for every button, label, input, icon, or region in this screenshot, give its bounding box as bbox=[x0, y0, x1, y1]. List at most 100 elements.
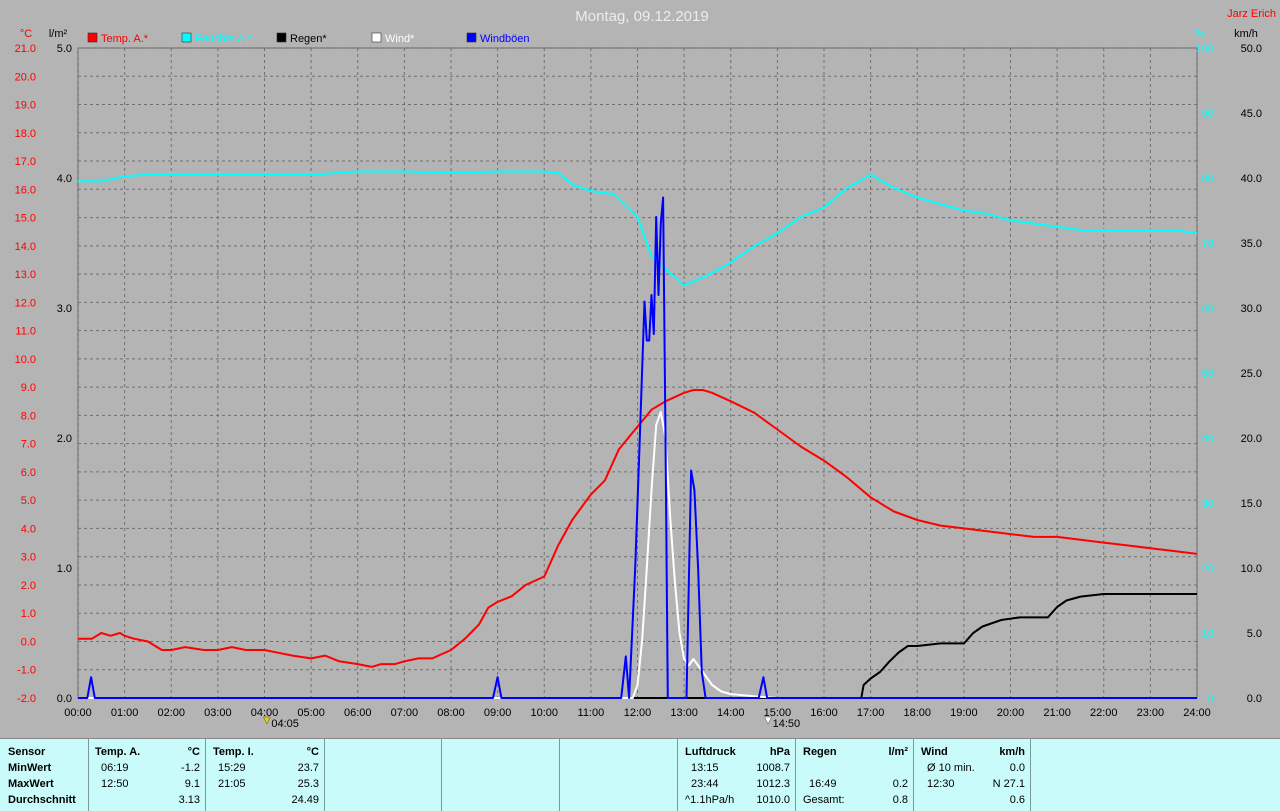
tick-label-humidity: 10 bbox=[1202, 628, 1214, 640]
tick-label-time: 08:00 bbox=[437, 707, 465, 719]
temp-i-avg: 24.49 bbox=[291, 794, 319, 806]
temp-a-max-val: 9.1 bbox=[184, 778, 200, 790]
tick-label-time: 19:00 bbox=[950, 707, 978, 719]
tick-label-time: 21:00 bbox=[1043, 707, 1071, 719]
pressure-unit: hPa bbox=[769, 746, 790, 758]
tick-label-temp: 12.0 bbox=[15, 297, 36, 309]
tick-label-wind: 10.0 bbox=[1241, 563, 1262, 575]
pressure-max-val: 1012.3 bbox=[756, 778, 790, 790]
axis-right: 0 10 20 30 40 50 60 70 80 90 100 0.0 5.0 10.0 15.0 20.0… bbox=[1196, 43, 1262, 705]
tick-label-time: 11:00 bbox=[578, 707, 605, 719]
legend-label: Regen* bbox=[290, 33, 327, 45]
legend-label: Wind* bbox=[385, 33, 415, 45]
tick-label-temp: 9.0 bbox=[21, 382, 36, 394]
tick-label-temp: 10.0 bbox=[15, 354, 36, 366]
pressure-max-time: 23:44 bbox=[691, 778, 719, 790]
summary-col-empty-3 bbox=[559, 739, 678, 811]
summary-col-wind: Wind km/h Ø 10 min. 0.0 12:30 N 27.1 0.6 bbox=[913, 739, 1031, 811]
tick-label-temp: 16.0 bbox=[15, 184, 36, 196]
pressure-trend-val: 1010.0 bbox=[756, 794, 790, 806]
legend-swatch bbox=[371, 32, 382, 43]
tick-label-temp: 8.0 bbox=[21, 410, 36, 422]
tick-label-wind: 40.0 bbox=[1241, 173, 1262, 185]
tick-label-temp: 14.0 bbox=[15, 241, 36, 253]
tick-label-humidity: 20 bbox=[1202, 563, 1214, 575]
tick-label-time: 23:00 bbox=[1137, 707, 1165, 719]
tick-label-time: 02:00 bbox=[157, 707, 185, 719]
tick-label-time: 22:00 bbox=[1090, 707, 1118, 719]
tick-label-wind: 30.0 bbox=[1241, 303, 1262, 315]
pressure-header: Luftdruck bbox=[685, 746, 736, 758]
tick-label-time: 09:00 bbox=[484, 707, 512, 719]
tick-label-temp: 6.0 bbox=[21, 467, 36, 479]
tick-label-temp: 17.0 bbox=[15, 156, 36, 168]
tick-label-rain: 0.0 bbox=[57, 693, 72, 705]
tick-label-wind: 25.0 bbox=[1241, 368, 1262, 380]
tick-label-humidity: 70 bbox=[1202, 238, 1214, 250]
tick-label-temp: 0.0 bbox=[21, 636, 36, 648]
tick-label-time: 12:00 bbox=[624, 707, 652, 719]
temp-i-min-val: 23.7 bbox=[297, 762, 319, 774]
temp-a-avg: 3.13 bbox=[178, 794, 200, 806]
summary-col-pressure: Luftdruck hPa 13:15 1008.7 23:44 1012.3 … bbox=[677, 739, 796, 811]
tick-label-time: 20:00 bbox=[997, 707, 1025, 719]
rain-total-val: 0.8 bbox=[892, 794, 908, 806]
grid bbox=[77, 47, 1198, 699]
tick-label-wind: 50.0 bbox=[1241, 43, 1262, 55]
tick-label-time: 03:00 bbox=[204, 707, 232, 719]
tick-label-humidity: 80 bbox=[1202, 173, 1214, 185]
tick-label-temp: -2.0 bbox=[17, 693, 36, 705]
tick-label-time: 13:00 bbox=[670, 707, 698, 719]
legend-swatch bbox=[466, 32, 477, 43]
tick-label-temp: 2.0 bbox=[21, 580, 36, 592]
tick-label-rain: 1.0 bbox=[57, 563, 72, 575]
tick-label-temp: 11.0 bbox=[15, 326, 36, 338]
tick-label-wind: 5.0 bbox=[1247, 628, 1262, 640]
tick-label-temp: 3.0 bbox=[21, 552, 36, 564]
temp-a-min-time: 06:19 bbox=[101, 762, 129, 774]
tick-label-rain: 5.0 bbox=[57, 43, 72, 55]
tick-label-time: 16:00 bbox=[810, 707, 838, 719]
wind-avg-label: Ø 10 min. bbox=[927, 762, 975, 774]
tick-label-wind: 0.0 bbox=[1247, 693, 1262, 705]
summary-col-empty-1 bbox=[324, 739, 442, 811]
wind-avg-val: 0.0 bbox=[1009, 762, 1025, 774]
row-label-max: MaxWert bbox=[8, 778, 54, 790]
summary-col-empty-4 bbox=[1030, 739, 1280, 811]
chart-title: Montag, 09.12.2019 bbox=[575, 8, 708, 25]
wind-header: Wind bbox=[921, 746, 948, 758]
temp-i-max-time: 21:05 bbox=[218, 778, 246, 790]
row-label-avg: Durchschnitt bbox=[8, 794, 76, 806]
tick-label-wind: 45.0 bbox=[1241, 108, 1262, 120]
tick-label-humidity: 0 bbox=[1208, 693, 1214, 705]
author-label: Jarz Erich bbox=[1227, 8, 1276, 20]
tick-label-rain: 4.0 bbox=[57, 173, 72, 185]
tick-label-time: 05:00 bbox=[297, 707, 325, 719]
tick-label-time: 10:00 bbox=[530, 707, 558, 719]
temp-i-max-val: 25.3 bbox=[297, 778, 319, 790]
summary-col-temp-a: Temp. A. °C 06:19 -1.2 12:50 9.1 3.13 bbox=[88, 739, 206, 811]
summary-col-rain: Regen l/m² 16:49 0.2 Gesamt: 0.8 bbox=[795, 739, 914, 811]
legend-label: Temp. A.* bbox=[101, 33, 149, 45]
tick-label-rain: 3.0 bbox=[57, 303, 72, 315]
tick-label-time: 14:00 bbox=[717, 707, 745, 719]
sunrise-label: 04:05 bbox=[271, 718, 299, 730]
temp-a-max-time: 12:50 bbox=[101, 778, 129, 790]
tick-label-wind: 15.0 bbox=[1241, 498, 1262, 510]
tick-label-temp: 13.0 bbox=[15, 269, 36, 281]
legend-label: Windböen bbox=[480, 33, 530, 45]
wind-unit: km/h bbox=[999, 746, 1025, 758]
tick-label-time: 24:00 bbox=[1183, 707, 1211, 719]
tick-label-time: 00:00 bbox=[64, 707, 92, 719]
temp-i-unit: °C bbox=[306, 746, 319, 758]
sunset-icon bbox=[764, 716, 773, 725]
tick-label-humidity: 90 bbox=[1202, 108, 1214, 120]
legend-swatch bbox=[181, 32, 192, 43]
temp-a-header: Temp. A. bbox=[95, 746, 141, 758]
legend-swatch bbox=[276, 32, 287, 43]
tick-label-temp: 15.0 bbox=[15, 213, 36, 225]
tick-label-rain: 2.0 bbox=[57, 433, 72, 445]
tick-label-time: 17:00 bbox=[857, 707, 885, 719]
tick-label-temp: 5.0 bbox=[21, 495, 36, 507]
axis-x: 00:00 01:00 02:00 03:00 04:00 05:00 06:00 07:00… bbox=[64, 707, 1211, 719]
